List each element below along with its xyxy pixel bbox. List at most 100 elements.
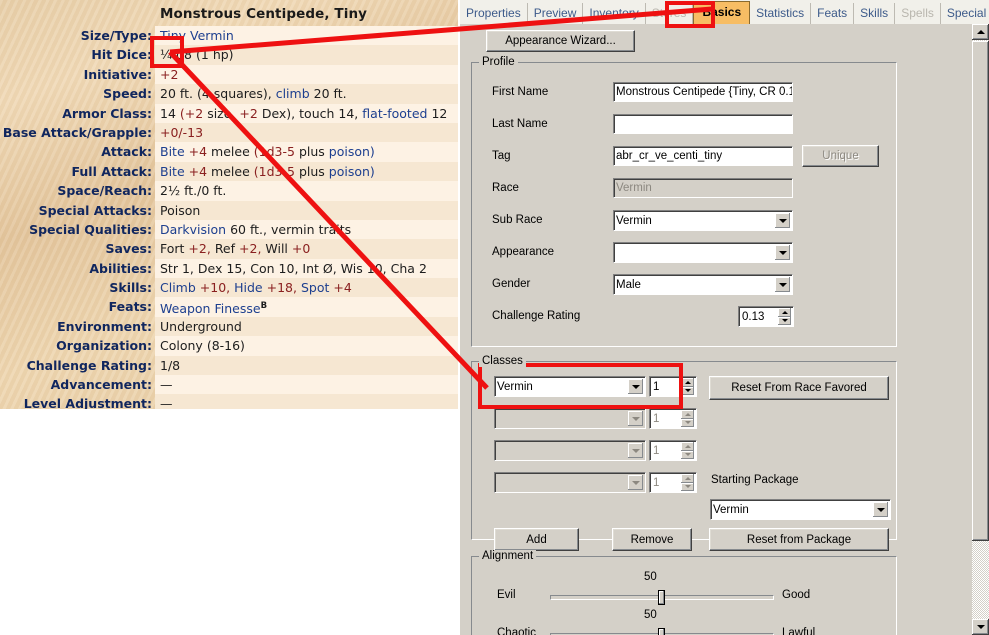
stat-row-value: +2 <box>160 66 179 82</box>
chevron-down-icon[interactable] <box>628 475 643 490</box>
tab-basics[interactable]: Basics <box>693 1 751 24</box>
stat-row-label: Size/Type: <box>80 28 152 43</box>
stat-row-value: 20 ft. (4 squares), climb 20 ft. <box>160 86 347 102</box>
reset-from-package-label: Reset from Package <box>746 533 852 546</box>
tab-properties[interactable]: Properties <box>460 3 528 24</box>
spinner-down-icon[interactable] <box>681 386 694 395</box>
profile-group-label: Profile <box>479 56 518 68</box>
tab-special-abilit[interactable]: Special Abilit <box>941 3 989 24</box>
first-name-label: First Name <box>492 86 549 98</box>
stat-row-label: Organization: <box>56 338 152 354</box>
unique-label: Unique <box>822 150 859 162</box>
reset-from-package-button[interactable]: Reset from Package <box>709 528 889 551</box>
tab-stores[interactable]: Stores <box>646 3 694 24</box>
class-level-spinner-2[interactable]: 1 <box>649 408 697 429</box>
chevron-down-icon[interactable] <box>628 379 643 394</box>
chevron-down-icon[interactable] <box>775 213 790 228</box>
challenge-rating-spinner[interactable]: 0.13 <box>738 306 794 327</box>
alignment-slider-thumb-2[interactable] <box>658 628 665 635</box>
gender-combobox[interactable]: Male <box>613 274 793 295</box>
stat-row-label: Skills: <box>109 280 152 296</box>
spinner-buttons[interactable] <box>681 410 694 427</box>
stat-row-label: Challenge Rating: <box>26 357 152 373</box>
tab-inventory[interactable]: Inventory <box>583 3 646 24</box>
tab-feats[interactable]: Feats <box>811 3 855 24</box>
chevron-down-icon[interactable] <box>628 411 643 426</box>
stat-row: Initiative: +2 <box>0 64 458 85</box>
class-level-spinner-1[interactable]: 1 <box>649 376 697 397</box>
appearance-wizard-button[interactable]: Appearance Wizard... <box>486 30 635 52</box>
spinner-buttons[interactable] <box>681 378 694 395</box>
add-class-button[interactable]: Add <box>494 528 579 551</box>
stat-row-label: Full Attack: <box>71 163 152 179</box>
class-level-spinner-3[interactable]: 1 <box>649 440 697 461</box>
spinner-up-icon[interactable] <box>778 308 791 317</box>
last-name-input[interactable] <box>613 114 793 134</box>
stat-row: Abilities: Str 1, Dex 15, Con 10, Int Ø, … <box>0 258 458 279</box>
race-input: Vermin <box>613 178 793 198</box>
vertical-scrollbar[interactable] <box>972 24 989 635</box>
spinner-up-icon[interactable] <box>681 378 694 387</box>
stat-row-value: 1/8 <box>160 357 181 373</box>
sub-race-label: Sub Race <box>492 214 543 226</box>
stat-row-label: Advancement: <box>50 377 152 393</box>
stat-row: Feats: Weapon FinesseB <box>0 297 458 317</box>
starting-package-value: Vermin <box>713 503 749 516</box>
scroll-up-button[interactable] <box>972 24 989 40</box>
alignment-slider-value-2: 50 <box>644 609 657 621</box>
chevron-down-icon[interactable] <box>775 245 790 260</box>
spinner-buttons[interactable] <box>778 308 791 325</box>
spinner-up-icon[interactable] <box>681 410 694 419</box>
stat-row: Size/Type: Tiny Vermin <box>0 26 458 46</box>
scroll-down-button[interactable] <box>972 619 989 635</box>
spinner-down-icon[interactable] <box>681 482 694 491</box>
reset-from-race-favored-button[interactable]: Reset From Race Favored <box>709 376 889 400</box>
class-level-spinner-4[interactable]: 1 <box>649 472 697 493</box>
spinner-down-icon[interactable] <box>681 450 694 459</box>
spinner-up-icon[interactable] <box>681 474 694 483</box>
stat-row-value: Tiny Vermin <box>160 28 234 43</box>
remove-class-button[interactable]: Remove <box>612 528 692 551</box>
class-combobox-4[interactable] <box>494 472 646 493</box>
spinner-buttons[interactable] <box>681 442 694 459</box>
alignment-left-label-1: Evil <box>497 589 516 601</box>
chevron-down-icon[interactable] <box>628 443 643 458</box>
class-combobox-3[interactable] <box>494 440 646 461</box>
appearance-combobox[interactable] <box>613 242 793 263</box>
first-name-input[interactable]: Monstrous Centipede {Tiny, CR 0.1 <box>613 82 793 102</box>
classes-group-label: Classes <box>479 355 526 367</box>
class-combobox-1[interactable]: Vermin <box>494 376 646 397</box>
tab-content-basics: Appearance Wizard... Profile First Name … <box>460 24 972 635</box>
chevron-down-icon[interactable] <box>873 502 888 517</box>
stat-row-label: Abilities: <box>89 260 152 276</box>
spinner-up-icon[interactable] <box>681 442 694 451</box>
scrollbar-thumb[interactable] <box>972 41 989 541</box>
spinner-buttons[interactable] <box>681 474 694 491</box>
tab-spells[interactable]: Spells <box>895 3 941 24</box>
stat-row: Organization: Colony (8-16) <box>0 336 458 356</box>
starting-package-combobox[interactable]: Vermin <box>710 499 891 520</box>
sub-race-combobox[interactable]: Vermin <box>613 210 793 231</box>
stat-row-label: Special Attacks: <box>38 202 152 218</box>
profile-group: Profile First Name Monstrous Centipede {… <box>471 56 897 347</box>
stat-row-value: Bite +4 melee (1d3-5 plus poison) <box>160 163 375 179</box>
tab-statistics[interactable]: Statistics <box>750 3 812 24</box>
appearance-wizard-label: Appearance Wizard... <box>505 35 616 47</box>
spinner-down-icon[interactable] <box>778 316 791 325</box>
stat-row-label: Space/Reach: <box>57 183 152 199</box>
class-level-value-4: 1 <box>653 476 660 489</box>
tab-preview[interactable]: Preview <box>528 3 584 24</box>
classes-group: Classes Vermin 1 1 1 1 Reset From Race Favor… <box>471 355 897 551</box>
starting-package-label: Starting Package <box>711 474 799 486</box>
class-combobox-2[interactable] <box>494 408 646 429</box>
chevron-down-icon[interactable] <box>775 277 790 292</box>
tab-skills[interactable]: Skills <box>854 3 896 24</box>
stat-row-value: Str 1, Dex 15, Con 10, Int Ø, Wis 10, Ch… <box>160 260 427 276</box>
alignment-left-label-2: Chaotic <box>497 627 536 635</box>
sub-race-value: Vermin <box>616 214 652 227</box>
spinner-down-icon[interactable] <box>681 418 694 427</box>
unique-button[interactable]: Unique <box>802 145 879 167</box>
tag-input[interactable]: abr_cr_ve_centi_tiny <box>613 146 793 166</box>
screenshot-root: Monstrous Centipede, Tiny Size/Type: Tiny… <box>0 0 989 635</box>
alignment-slider-thumb-1[interactable] <box>658 590 665 605</box>
